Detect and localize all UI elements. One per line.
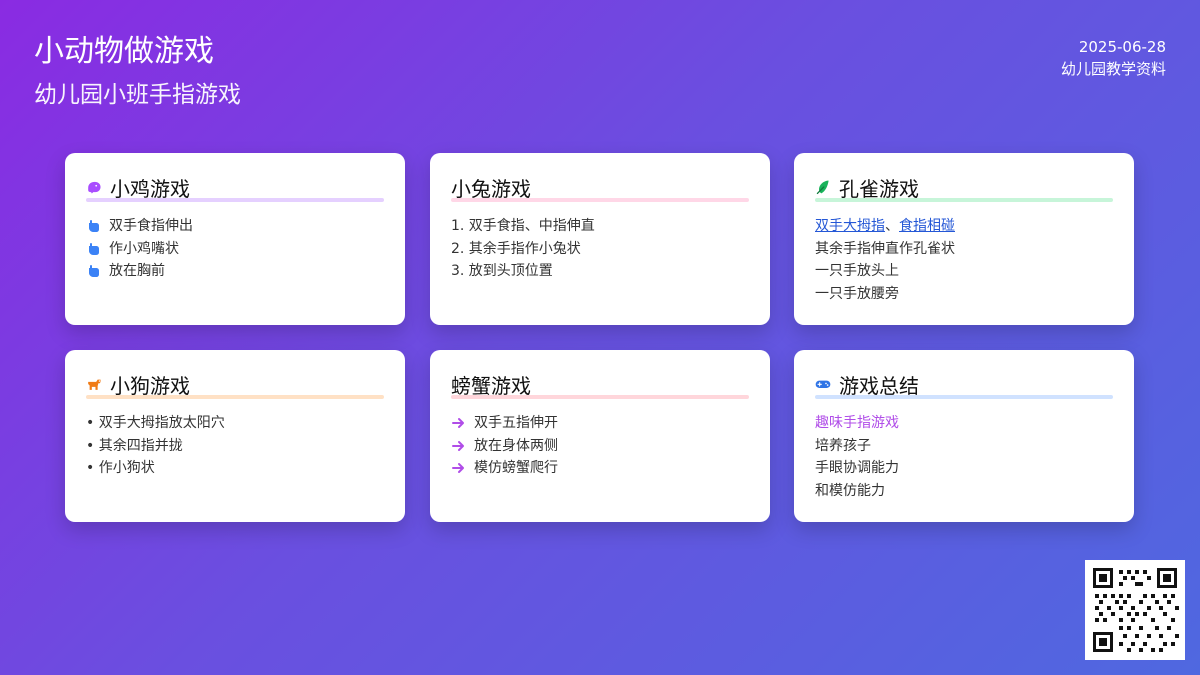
summary-line: 培养孩子 [815, 437, 871, 454]
list-item: • 其余四指并拢 [86, 437, 183, 454]
title-underline [815, 395, 1113, 399]
slide: 小动物做游戏 幼儿园小班手指游戏 2025-06-28 幼儿园教学资料 小鸡游戏… [0, 0, 1200, 675]
card-items: 1. 双手食指、中指伸直 2. 其余手指作小兔状 3. 放到头顶位置 [451, 215, 749, 283]
card-title: 孔雀游戏 [815, 173, 1113, 201]
gamepad-icon [815, 376, 831, 392]
card-items: 趣味手指游戏 培养孩子 手眼协调能力 和模仿能力 [815, 412, 1113, 502]
title-underline [86, 395, 384, 399]
list-item-text: 放在胸前 [109, 263, 165, 279]
link-thumbs[interactable]: 双手大拇指 [815, 218, 885, 234]
card-items: 双手五指伸开 放在身体两侧 模仿螃蟹爬行 [451, 412, 749, 480]
page-title: 小动物做游戏 [34, 34, 214, 69]
date: 2025-06-28 [1078, 38, 1166, 56]
chick-icon [86, 179, 102, 195]
list-item: 双手食指伸出 [86, 215, 384, 238]
list-item: 2. 其余手指作小兔状 [451, 240, 581, 257]
card-title: 小狗游戏 [86, 370, 384, 398]
arrow-right-icon [451, 460, 467, 476]
card-items: • 双手大拇指放太阳穴 • 其余四指并拢 • 作小狗状 [86, 412, 384, 480]
title-underline [451, 198, 749, 202]
pointing-hand-icon [86, 263, 102, 279]
list-item: 一只手放腰旁 [815, 285, 899, 302]
link-index-fingers[interactable]: 食指相碰 [899, 218, 955, 234]
list-item: 一只手放头上 [815, 263, 899, 279]
card-title: 螃蟹游戏 [451, 370, 749, 398]
card-crab-game: 螃蟹游戏 双手五指伸开 放在身体两侧 模仿螃蟹爬行 [430, 350, 770, 522]
feather-icon [815, 179, 831, 195]
title-underline [86, 198, 384, 202]
pointing-hand-icon [86, 218, 102, 234]
list-item-text: 放在身体两侧 [474, 437, 558, 454]
card-peacock-game: 孔雀游戏 双手大拇指、食指相碰 其余手指伸直作孔雀状 一只手放头上 一只手放腰旁 [794, 153, 1134, 325]
list-item: 作小鸡嘴状 [86, 238, 384, 261]
list-item-text: 作小鸡嘴状 [109, 240, 179, 257]
list-item: • 作小狗状 [86, 460, 155, 476]
summary-highlight: 趣味手指游戏 [815, 415, 899, 431]
qr-code [1085, 560, 1185, 660]
title-underline [451, 395, 749, 399]
pointing-hand-icon [86, 241, 102, 257]
source: 幼儿园教学资料 [1060, 60, 1166, 78]
card-rabbit-game: 小兔游戏 1. 双手食指、中指伸直 2. 其余手指作小兔状 3. 放到头顶位置 [430, 153, 770, 325]
meta: 2025-06-28 幼儿园教学资料 [1061, 36, 1166, 80]
dog-icon [86, 376, 102, 392]
card-title: 小兔游戏 [451, 173, 749, 201]
card-title: 游戏总结 [815, 370, 1113, 398]
separator: 、 [885, 218, 899, 234]
list-item: • 双手大拇指放太阳穴 [86, 415, 225, 431]
arrow-right-icon [451, 415, 467, 431]
list-item: 3. 放到头顶位置 [451, 263, 553, 279]
page-subtitle: 幼儿园小班手指游戏 [34, 82, 241, 108]
title-underline [815, 198, 1113, 202]
card-chick-game: 小鸡游戏 双手食指伸出 作小鸡嘴状 放在胸前 [65, 153, 405, 325]
card-items: 双手大拇指、食指相碰 其余手指伸直作孔雀状 一只手放头上 一只手放腰旁 [815, 215, 1113, 305]
list-item: 双手五指伸开 [451, 412, 749, 435]
list-item-text: 模仿螃蟹爬行 [474, 460, 558, 476]
header: 小动物做游戏 幼儿园小班手指游戏 [34, 34, 241, 110]
arrow-right-icon [451, 438, 467, 454]
card-title: 小鸡游戏 [86, 173, 384, 201]
list-item: 模仿螃蟹爬行 [451, 457, 749, 480]
list-item: 其余手指伸直作孔雀状 [815, 240, 955, 257]
list-item: 双手大拇指、食指相碰 [815, 215, 1113, 238]
list-item: 放在胸前 [86, 260, 384, 283]
card-items: 双手食指伸出 作小鸡嘴状 放在胸前 [86, 215, 384, 283]
list-item-text: 双手食指伸出 [109, 218, 193, 234]
list-item-text: 双手五指伸开 [474, 415, 558, 431]
list-item: 放在身体两侧 [451, 435, 749, 458]
summary-line: 和模仿能力 [815, 482, 885, 499]
summary-line: 手眼协调能力 [815, 460, 899, 476]
card-dog-game: 小狗游戏 • 双手大拇指放太阳穴 • 其余四指并拢 • 作小狗状 [65, 350, 405, 522]
card-game-summary: 游戏总结 趣味手指游戏 培养孩子 手眼协调能力 和模仿能力 [794, 350, 1134, 522]
list-item: 1. 双手食指、中指伸直 [451, 218, 595, 234]
